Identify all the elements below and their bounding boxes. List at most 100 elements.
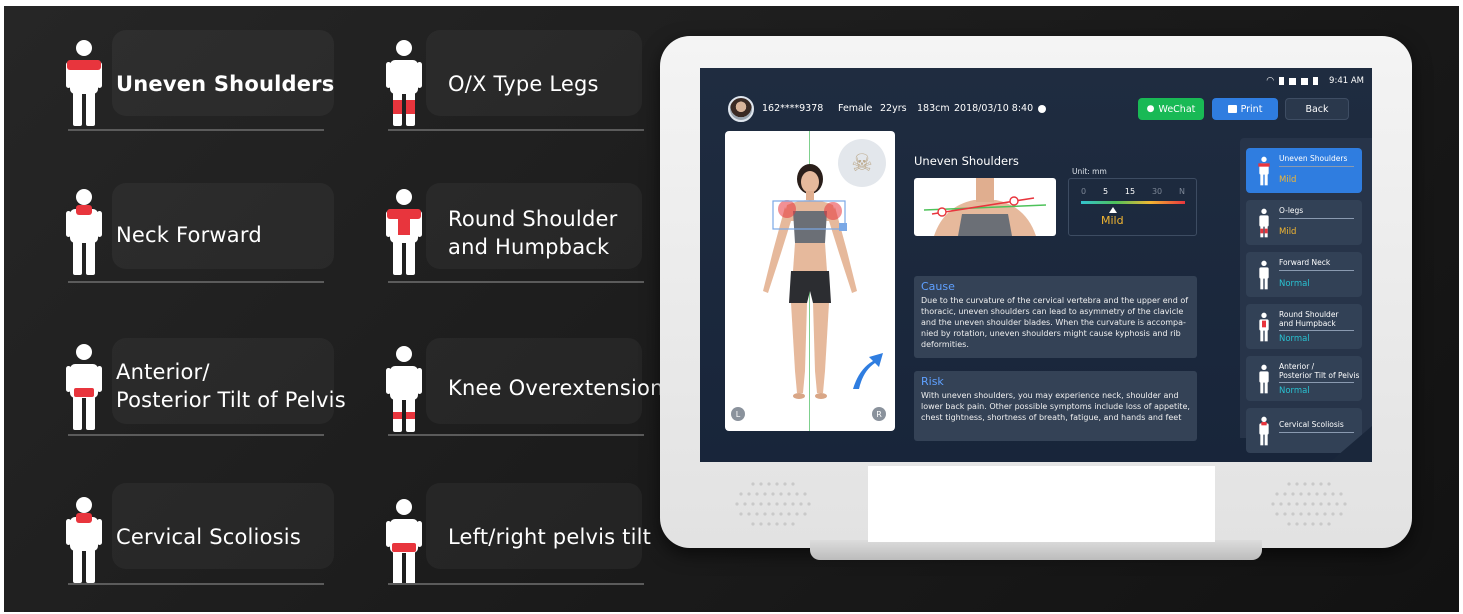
shoulder-closeup xyxy=(914,178,1056,236)
divider xyxy=(68,583,324,585)
posture-item-knee-overextension: Knee Overextension xyxy=(384,336,664,441)
risk-title: Risk xyxy=(921,375,944,388)
cause-box: Cause Due to the curvature of the cervic… xyxy=(914,276,1197,358)
back-button[interactable]: Back xyxy=(1285,98,1349,120)
right-speaker-grille xyxy=(1271,482,1347,526)
test-datetime: 2018/03/10 8:40 xyxy=(954,103,1034,114)
risk-text: With uneven shoulders, you may experienc… xyxy=(921,391,1190,422)
sidebar-item-o-legs[interactable]: O-legs Mild xyxy=(1246,200,1362,245)
posture-label-line2: and Humpback xyxy=(448,235,610,259)
severity-scale: 0 5 15 30 N Mild xyxy=(1068,178,1197,236)
posture-label: Knee Overextension xyxy=(448,376,664,400)
sidebar-item-label: O-legs xyxy=(1279,206,1304,215)
divider xyxy=(388,583,644,585)
posture-item-ox-legs: O/X Type Legs xyxy=(384,28,649,133)
severity-pointer xyxy=(1109,207,1117,213)
lock-status-icon xyxy=(1313,77,1319,85)
figure-legs-highlight-icon xyxy=(386,40,422,126)
sidebar-item-label: Anterior / Posterior Tilt of Pelvis xyxy=(1279,362,1360,380)
sidebar-item-round-shoulder[interactable]: Round Shoulder and Humpback Normal xyxy=(1246,304,1362,349)
sidebar-item-status: Mild xyxy=(1279,175,1297,185)
figure-shoulders-highlight-icon xyxy=(66,40,102,126)
sidebar-item-divider xyxy=(1279,330,1354,331)
sidebar-item-divider xyxy=(1279,166,1354,167)
battery-icon xyxy=(1279,77,1285,85)
mini-figure-icon xyxy=(1259,312,1269,342)
mini-figure-icon xyxy=(1259,364,1269,394)
person-figure xyxy=(763,164,883,399)
divider xyxy=(388,281,644,283)
posture-label-line1: Anterior/ xyxy=(116,360,210,384)
tablet-stand xyxy=(810,540,1262,560)
body-photo-panel: ☠ L R xyxy=(725,131,895,431)
recording-icon xyxy=(1038,105,1046,113)
detail-title: Uneven Shoulders xyxy=(914,154,1019,168)
divider xyxy=(68,129,324,131)
posture-label: Cervical Scoliosis xyxy=(116,525,301,549)
user-phone: 162****9378 xyxy=(762,103,824,114)
tablet-screen: ◠ 9:41 AM 162****9378 Female 22yrs 183cm… xyxy=(700,68,1372,462)
posture-label: O/X Type Legs xyxy=(448,72,599,96)
sidebar-item-status: Normal xyxy=(1279,334,1310,344)
sidebar-fold-corner xyxy=(1330,426,1372,462)
scale-tick-30: 30 xyxy=(1151,187,1163,196)
sidebar-item-status: Mild xyxy=(1279,227,1297,237)
user-gender: Female xyxy=(838,103,873,114)
posture-item-pelvis-lateral-tilt: Left/right pelvis tilt xyxy=(384,481,652,591)
user-age: 22yrs xyxy=(880,103,907,114)
sidebar-item-divider xyxy=(1279,270,1354,271)
divider xyxy=(68,434,324,436)
user-avatar xyxy=(728,96,754,122)
mini-figure-icon xyxy=(1259,208,1269,238)
posture-label-line1: Round Shoulder xyxy=(448,207,618,231)
unit-label: Unit: mm xyxy=(1072,167,1107,176)
figure-knee-highlight-icon xyxy=(386,346,422,432)
right-marker: R xyxy=(872,407,886,421)
sidebar-item-label: Uneven Shoulders xyxy=(1279,154,1348,163)
sidebar-item-status: Normal xyxy=(1279,279,1310,289)
sidebar-item-divider xyxy=(1279,218,1354,219)
posture-label: Neck Forward xyxy=(116,223,262,247)
severity-level: Mild xyxy=(1101,214,1124,227)
risk-box: Risk With uneven shoulders, you may expe… xyxy=(914,371,1197,441)
wifi-icon: ◠ xyxy=(1266,76,1275,86)
posture-item-round-shoulder: Round Shoulder and Humpback xyxy=(384,181,649,286)
posture-label: Left/right pelvis tilt xyxy=(448,525,652,549)
figure-neck-highlight-icon xyxy=(66,189,102,275)
printer-status-icon xyxy=(1301,77,1309,85)
figure-cervical-highlight-icon xyxy=(66,497,102,583)
wechat-icon: ● xyxy=(1146,104,1155,114)
figure-pelvis-highlight-icon xyxy=(66,344,102,430)
tablet-front-panel xyxy=(868,466,1215,542)
scale-tick-15: 15 xyxy=(1124,187,1136,196)
left-speaker-grille xyxy=(735,482,811,526)
figure-pelvis-lateral-highlight-icon xyxy=(386,499,422,585)
status-bar: ◠ 9:41 AM xyxy=(1266,76,1364,86)
severity-gradient-bar xyxy=(1081,201,1185,204)
printer-icon xyxy=(1227,105,1237,113)
posture-label: Uneven Shoulders xyxy=(116,72,335,96)
back-button-label: Back xyxy=(1305,103,1329,115)
figure-round-shoulder-highlight-icon xyxy=(386,189,422,275)
cause-text: Due to the curvature of the cervical ver… xyxy=(921,296,1189,349)
divider xyxy=(68,281,324,283)
status-time: 9:41 AM xyxy=(1329,76,1364,86)
posture-item-pelvis-tilt: Anterior/ Posterior Tilt of Pelvis xyxy=(64,336,346,441)
divider xyxy=(388,434,644,436)
wechat-button-label: WeChat xyxy=(1158,103,1196,115)
print-button-label: Print xyxy=(1240,103,1263,115)
mini-figure-icon xyxy=(1258,156,1270,186)
user-height: 183cm xyxy=(917,103,950,114)
posture-item-neck-forward: Neck Forward xyxy=(64,181,334,286)
divider xyxy=(388,129,644,131)
sidebar-item-uneven-shoulders[interactable]: Uneven Shoulders Mild xyxy=(1246,148,1362,193)
sidebar-item-label: Round Shoulder and Humpback xyxy=(1279,310,1339,328)
posture-label-line2: Posterior Tilt of Pelvis xyxy=(116,388,346,412)
wechat-button[interactable]: ● WeChat xyxy=(1138,98,1204,120)
sidebar-item-pelvis-tilt[interactable]: Anterior / Posterior Tilt of Pelvis Norm… xyxy=(1246,356,1362,401)
sidebar-item-forward-neck[interactable]: Forward Neck Normal xyxy=(1246,252,1362,297)
scale-tick-5: 5 xyxy=(1102,187,1109,196)
print-button[interactable]: Print xyxy=(1212,98,1278,120)
mini-figure-icon xyxy=(1259,416,1269,446)
sidebar-item-label: Forward Neck xyxy=(1279,258,1331,267)
